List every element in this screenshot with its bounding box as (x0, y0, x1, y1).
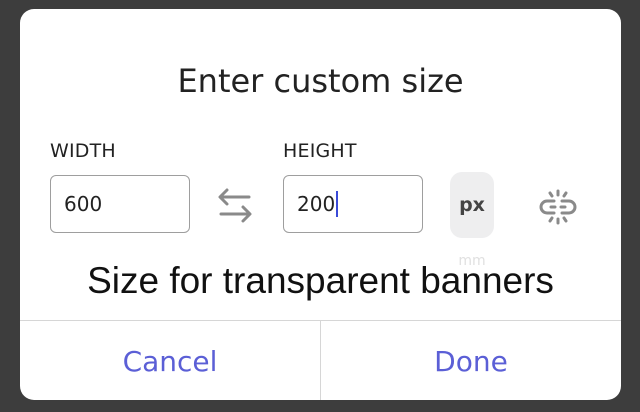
height-value: 200 (297, 192, 336, 216)
dialog-footer: Cancel Done (20, 320, 621, 400)
custom-size-dialog: Enter custom size WIDTH HEIGHT 600 200 p… (20, 9, 621, 400)
height-input[interactable]: 200 (283, 175, 423, 233)
text-caret (336, 191, 339, 217)
width-value: 600 (64, 192, 103, 216)
swap-arrows-icon[interactable] (213, 185, 257, 225)
height-label: HEIGHT (283, 140, 357, 162)
unit-toggle-button[interactable]: px (450, 172, 494, 238)
cancel-button[interactable]: Cancel (20, 321, 320, 400)
caption-text: Size for transparent banners (87, 260, 554, 301)
done-button[interactable]: Done (321, 321, 621, 400)
dialog-title: Enter custom size (177, 62, 464, 100)
unlink-chain-icon[interactable] (537, 189, 579, 225)
width-input[interactable]: 600 (50, 175, 190, 233)
width-label: WIDTH (50, 140, 116, 162)
